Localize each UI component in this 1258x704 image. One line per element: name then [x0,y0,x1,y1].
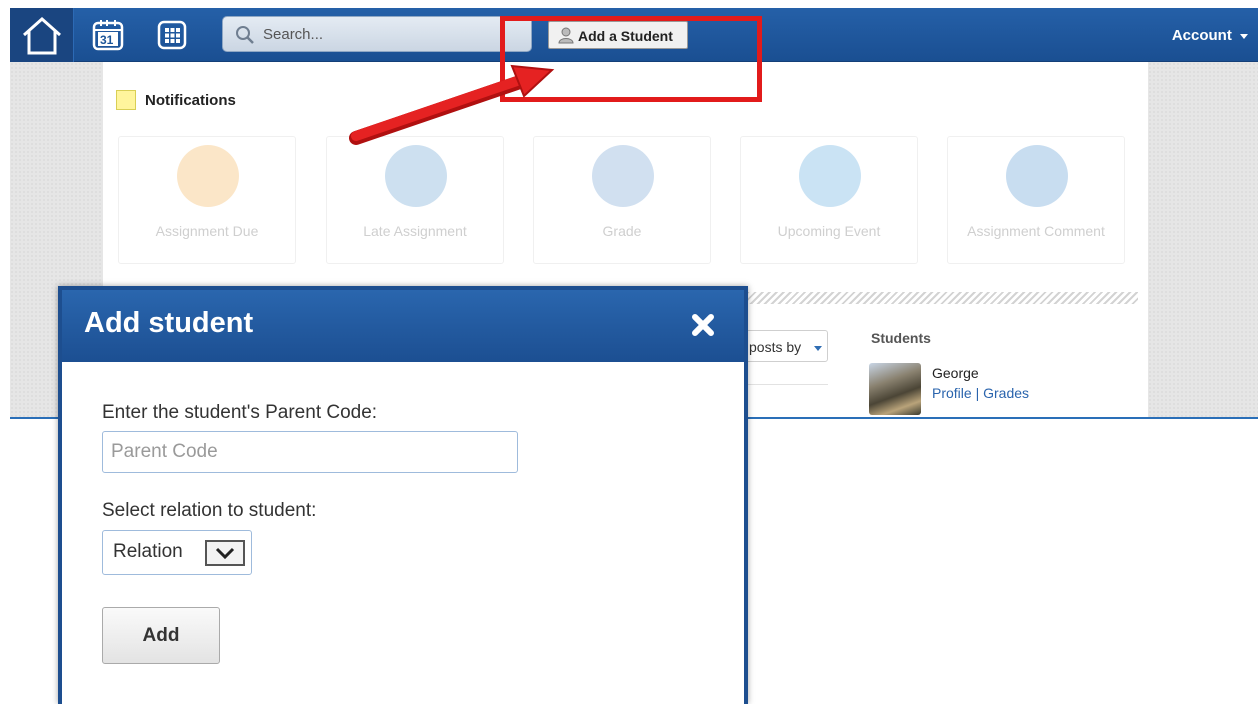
student-name: George [932,365,979,381]
tile-label: Late Assignment [363,223,467,239]
notification-tile-upcoming-event[interactable]: Upcoming Event [740,136,918,264]
apps-grid-icon [157,20,187,50]
page-margin-right [1148,62,1258,418]
relation-select[interactable]: Relation [102,530,252,575]
search-box[interactable]: Search... [222,16,532,52]
calendar-day: 31 [100,33,114,47]
modal-header: Add student [62,290,744,362]
tile-label: Assignment Due [155,223,259,239]
notification-tile-late-assignment[interactable]: Late Assignment [326,136,504,264]
notifications-icon [116,90,136,110]
grades-link[interactable]: Grades [983,385,1029,401]
students-title: Students [871,330,931,346]
apps-grid-button[interactable] [154,17,190,53]
chevron-down-icon[interactable] [205,540,245,566]
grade-icon [592,145,654,207]
notification-tile-assignment-comment[interactable]: Assignment Comment [947,136,1125,264]
section-divider [740,292,1138,304]
link-separator: | [971,385,984,401]
profile-link[interactable]: Profile [932,385,972,401]
parent-code-label: Enter the student's Parent Code: [102,402,378,423]
upcoming-event-icon [799,145,861,207]
student-links: Profile | Grades [932,385,1029,401]
account-menu[interactable]: Account [1172,27,1248,44]
posts-by-dropdown[interactable]: posts by [742,330,828,362]
relation-label: Select relation to student: [102,500,317,521]
calendar-button[interactable]: 31 [90,17,126,53]
divider [742,384,828,385]
assignment-due-icon [177,145,239,207]
tile-label: Grade [602,223,642,239]
search-icon [236,26,254,44]
late-assignment-icon [385,145,447,207]
close-icon[interactable] [690,312,716,338]
highlight-box [500,16,762,102]
account-label: Account [1171,27,1232,44]
tile-label: Assignment Comment [967,223,1105,239]
search-placeholder: Search... [263,26,324,43]
parent-code-input[interactable] [102,431,518,473]
chevron-down-icon-glyph [215,547,235,560]
relation-selected-value: Relation [113,541,183,562]
home-button[interactable] [10,8,74,62]
student-avatar[interactable] [869,363,921,415]
assignment-comment-icon [1006,145,1068,207]
modal-title: Add student [84,307,254,339]
posts-by-label: posts by [749,339,802,355]
add-button[interactable]: Add [102,607,220,664]
tile-label: Upcoming Event [777,223,881,239]
chevron-down-icon [814,346,822,351]
notification-tile-grade[interactable]: Grade [533,136,711,264]
notifications-title: Notifications [145,92,236,109]
add-button-label: Add [142,625,180,646]
notification-tile-assignment-due[interactable]: Assignment Due [118,136,296,264]
chevron-down-icon [1240,33,1248,39]
home-icon [23,16,61,55]
